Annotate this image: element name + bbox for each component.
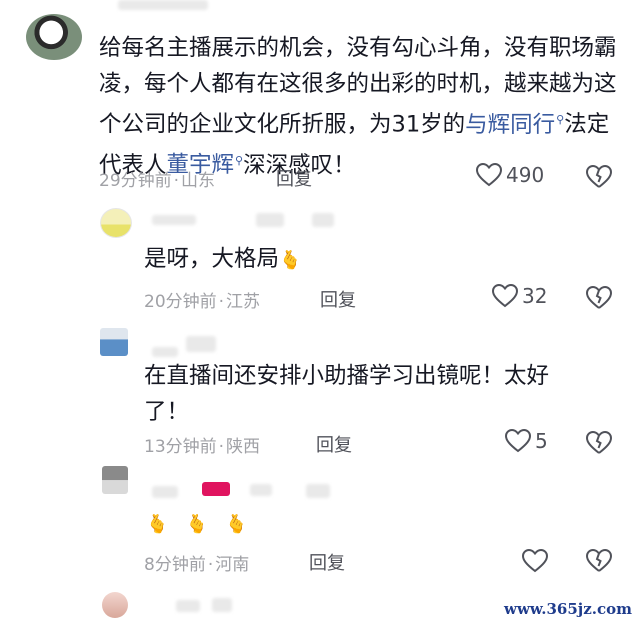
heart-icon: [505, 429, 531, 453]
username-blurred: [312, 213, 334, 227]
reply-button[interactable]: 回复: [276, 165, 312, 191]
broken-heart-icon[interactable]: [586, 549, 612, 573]
username-blurred: [256, 213, 284, 227]
like-button[interactable]: [522, 549, 548, 573]
avatar[interactable]: [100, 208, 132, 238]
username-blurred: [152, 215, 196, 225]
comment-text: 是呀，大格局🫰: [144, 241, 301, 279]
heart-icon: [492, 284, 518, 308]
comment-text: 给每名主播展示的机会，没有勾心斗角，没有职场霸凌，每个人都有在这很多的出彩的时机…: [99, 35, 617, 178]
search-icon: ⚲: [235, 153, 244, 167]
finger-heart-emoji: 🫰: [146, 514, 169, 535]
broken-heart-icon[interactable]: [586, 286, 612, 310]
username-blurred: [118, 0, 208, 10]
username-blurred: [186, 336, 216, 352]
avatar[interactable]: [26, 14, 82, 60]
finger-heart-emoji: 🫰: [185, 514, 208, 535]
avatar[interactable]: [102, 466, 128, 494]
username-blurred: [202, 482, 230, 496]
like-button[interactable]: 32: [492, 284, 547, 308]
username-blurred: [212, 598, 232, 612]
hashtag-link[interactable]: 与辉同行⚲: [465, 112, 564, 138]
comment-meta: 8分钟前 · 河南: [144, 555, 250, 575]
comment-text: 在直播间还安排小助播学习出镜呢！太好 了！: [144, 363, 550, 425]
heart-icon: [476, 163, 502, 187]
username-blurred: [306, 484, 330, 498]
username-blurred: [152, 486, 178, 498]
search-icon: ⚲: [556, 113, 565, 126]
avatar[interactable]: [102, 592, 128, 618]
avatar[interactable]: [100, 328, 128, 356]
reply-button[interactable]: 回复: [316, 431, 352, 457]
reply-button[interactable]: 回复: [320, 286, 356, 312]
broken-heart-icon[interactable]: [586, 431, 612, 455]
username-blurred: [152, 347, 178, 357]
comment-meta: 13分钟前 · 陕西: [144, 437, 261, 457]
like-button[interactable]: 5: [505, 429, 548, 453]
like-button[interactable]: 490: [476, 163, 544, 187]
comment-meta: 29分钟前 · 山东: [99, 171, 216, 191]
finger-heart-emoji: 🫰: [279, 250, 302, 271]
watermark: www.365jz.com: [504, 600, 632, 618]
comment-text: 🫰 🫰 🫰: [146, 505, 248, 543]
broken-heart-icon[interactable]: [586, 165, 612, 189]
reply-button[interactable]: 回复: [309, 549, 345, 575]
username-blurred: [176, 600, 200, 612]
comment-meta: 20分钟前 · 江苏: [144, 292, 261, 312]
finger-heart-emoji: 🫰: [225, 514, 248, 535]
username-blurred: [250, 484, 272, 496]
